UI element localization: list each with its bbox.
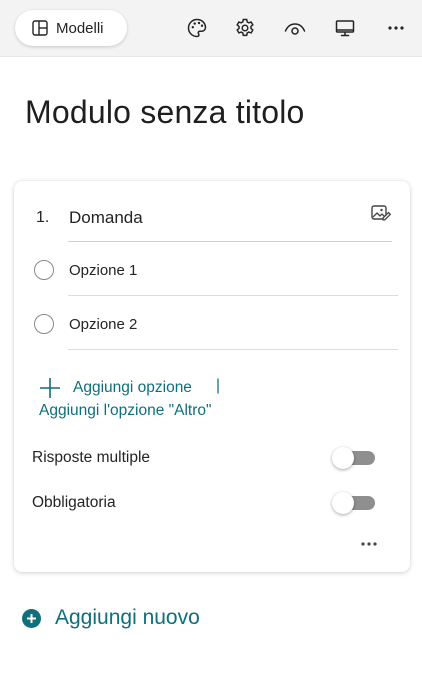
question-underline — [68, 241, 392, 242]
layout-icon — [32, 20, 48, 36]
plus-icon — [40, 378, 60, 398]
question-text[interactable]: Domanda — [69, 208, 143, 228]
question-number: 1. — [36, 209, 50, 226]
multiple-answers-toggle[interactable] — [332, 447, 376, 469]
form-title[interactable]: Modulo senza titolo — [25, 94, 305, 131]
gear-icon[interactable] — [232, 15, 258, 41]
plus-circle-icon — [22, 608, 41, 628]
add-option-label: Aggiungi opzione — [73, 379, 192, 396]
option-label[interactable]: Opzione 2 — [69, 316, 137, 333]
separator: | — [216, 377, 221, 394]
option-radio[interactable] — [34, 260, 54, 280]
present-icon[interactable] — [332, 15, 358, 41]
templates-button[interactable]: Modelli — [15, 10, 127, 46]
templates-label: Modelli — [56, 19, 104, 37]
add-new-button[interactable]: Aggiungi nuovo — [22, 606, 200, 630]
option-divider — [68, 349, 398, 350]
option-label[interactable]: Opzione 1 — [69, 262, 137, 279]
toolbar: Modelli — [0, 0, 422, 57]
question-card[interactable]: 1. Domanda Opzione 1 Opzione 2 Aggiungi … — [14, 181, 410, 572]
question-more-icon[interactable] — [358, 536, 380, 554]
required-toggle[interactable] — [332, 492, 376, 514]
eye-icon[interactable] — [282, 15, 308, 41]
add-new-label: Aggiungi nuovo — [55, 606, 200, 629]
insert-media-icon[interactable] — [371, 204, 392, 227]
add-option-button[interactable]: Aggiungi opzione — [38, 376, 192, 400]
palette-icon[interactable] — [184, 15, 210, 41]
option-radio[interactable] — [34, 314, 54, 334]
toggle-knob — [332, 492, 354, 514]
add-other-option-link[interactable]: Aggiungi l'opzione "Altro" — [39, 402, 212, 420]
toggle-knob — [332, 447, 354, 469]
multiple-answers-label: Risposte multiple — [32, 449, 151, 466]
more-icon[interactable] — [383, 15, 409, 41]
required-label: Obbligatoria — [32, 494, 116, 511]
option-divider — [68, 295, 398, 296]
